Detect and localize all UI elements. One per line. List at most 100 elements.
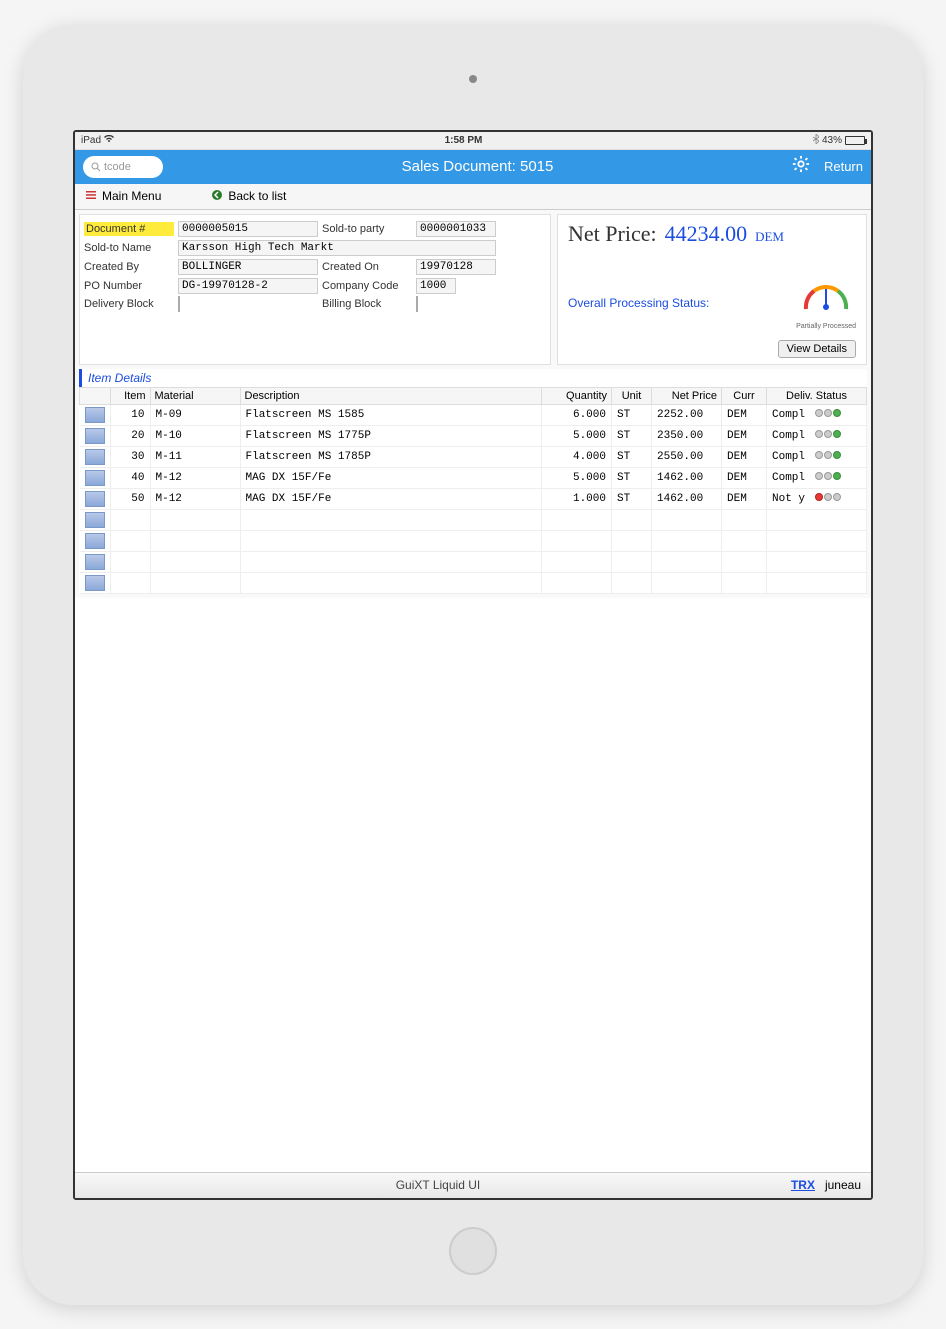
cell-description: MAG DX 15F/Fe [240,488,542,509]
cell-item: 50 [110,488,150,509]
row-selector[interactable] [85,512,105,528]
back-icon [211,189,223,204]
th-deliv-status[interactable]: Deliv. Status [767,387,867,404]
value-created-on[interactable]: 19970128 [416,259,496,275]
cell-quantity: 5.000 [542,467,612,488]
cell-material: M-09 [150,404,240,425]
label-sold-to-name: Sold-to Name [84,242,174,254]
cell-unit: ST [612,488,652,509]
cell-unit: ST [612,446,652,467]
label-billing-block: Billing Block [322,298,412,310]
price-panel: Net Price: 44234.00 DEM Overall Processi… [557,214,867,365]
table-row-empty [80,572,867,593]
home-button[interactable] [449,1227,497,1275]
cell-curr: DEM [722,467,767,488]
cell-description: MAG DX 15F/Fe [240,467,542,488]
view-details-button[interactable]: View Details [778,340,856,358]
cell-item: 20 [110,425,150,446]
th-item[interactable]: Item [110,387,150,404]
back-to-list-label: Back to list [228,189,286,203]
table-row[interactable]: 30M-11Flatscreen MS 1785P4.000ST2550.00D… [80,446,867,467]
cell-price: 1462.00 [652,488,722,509]
footer-user: juneau [825,1178,861,1192]
device-label: iPad [81,135,101,146]
row-selector[interactable] [85,449,105,465]
table-row[interactable]: 10M-09Flatscreen MS 15856.000ST2252.00DE… [80,404,867,425]
value-delivery-block[interactable] [178,296,180,312]
value-company-code[interactable]: 1000 [416,278,456,294]
cell-price: 2252.00 [652,404,722,425]
th-quantity[interactable]: Quantity [542,387,612,404]
row-selector[interactable] [85,533,105,549]
menu-icon [85,189,97,204]
label-created-on: Created On [322,261,412,273]
return-button[interactable]: Return [824,159,863,174]
overall-processing-status-label: Overall Processing Status: [568,296,786,310]
cell-description: Flatscreen MS 1585 [240,404,542,425]
cell-curr: DEM [722,404,767,425]
cell-material: M-12 [150,467,240,488]
gear-icon[interactable] [792,155,810,178]
row-selector[interactable] [85,470,105,486]
cell-price: 2350.00 [652,425,722,446]
trx-link[interactable]: TRX [791,1178,815,1192]
item-details-title: Item Details [79,369,867,387]
row-selector[interactable] [85,575,105,591]
cell-quantity: 6.000 [542,404,612,425]
table-row-empty [80,530,867,551]
value-po-number[interactable]: DG-19970128-2 [178,278,318,294]
th-description[interactable]: Description [240,387,542,404]
cell-description: Flatscreen MS 1785P [240,446,542,467]
tablet-frame: iPad 1:58 PM 43% tcode Sales Document: 5… [23,25,923,1305]
status-lights-icon [815,451,841,459]
table-row[interactable]: 40M-12MAG DX 15F/Fe5.000ST1462.00DEMComp… [80,467,867,488]
label-company-code: Company Code [322,280,412,292]
cell-quantity: 1.000 [542,488,612,509]
th-net-price[interactable]: Net Price [652,387,722,404]
cell-description: Flatscreen MS 1775P [240,425,542,446]
cell-quantity: 5.000 [542,425,612,446]
cell-material: M-11 [150,446,240,467]
nav-bar: Main Menu Back to list [75,184,871,210]
table-row-empty [80,551,867,572]
gauge-caption: Partially Processed [796,323,856,330]
page-title: Sales Document: 5015 [163,158,792,175]
table-row-empty [80,509,867,530]
label-sold-to-party: Sold-to party [322,223,412,235]
main-menu-button[interactable]: Main Menu [85,189,161,204]
gauge-icon [800,304,852,321]
cell-deliv-status: Not y [767,488,867,509]
th-material[interactable]: Material [150,387,240,404]
table-row[interactable]: 50M-12MAG DX 15F/Fe1.000ST1462.00DEMNot … [80,488,867,509]
search-input[interactable]: tcode [83,156,163,178]
th-unit[interactable]: Unit [612,387,652,404]
cell-unit: ST [612,425,652,446]
th-curr[interactable]: Curr [722,387,767,404]
item-table: Item Material Description Quantity Unit … [79,387,867,594]
row-selector[interactable] [85,407,105,423]
net-price-label: Net Price: [568,221,657,247]
camera-dot [469,75,477,83]
cell-unit: ST [612,404,652,425]
battery-icon [845,136,865,145]
value-sold-to-party[interactable]: 0000001033 [416,221,496,237]
cell-quantity: 4.000 [542,446,612,467]
cell-curr: DEM [722,446,767,467]
wifi-icon [104,135,114,146]
row-selector[interactable] [85,428,105,444]
row-selector[interactable] [85,491,105,507]
cell-price: 1462.00 [652,467,722,488]
item-details-section: Item Details Item Material Description Q… [79,369,867,594]
status-lights-icon [815,472,841,480]
back-to-list-button[interactable]: Back to list [211,189,286,204]
form-panel: Document # 0000005015 Sold-to party 0000… [79,214,551,365]
value-created-by[interactable]: BOLLINGER [178,259,318,275]
cell-curr: DEM [722,488,767,509]
value-billing-block[interactable] [416,296,418,312]
value-document-no[interactable]: 0000005015 [178,221,318,237]
table-row[interactable]: 20M-10Flatscreen MS 1775P5.000ST2350.00D… [80,425,867,446]
row-selector[interactable] [85,554,105,570]
cell-curr: DEM [722,425,767,446]
cell-price: 2550.00 [652,446,722,467]
value-sold-to-name[interactable]: Karsson High Tech Markt [178,240,496,256]
